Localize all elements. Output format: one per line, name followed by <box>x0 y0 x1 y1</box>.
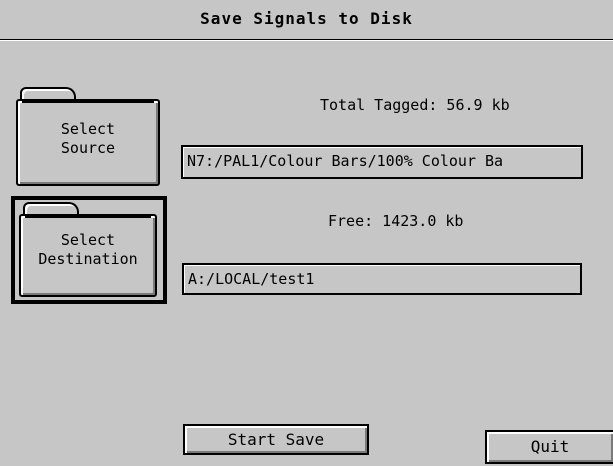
free-space-text: Free: 1423.0 kb <box>328 212 464 230</box>
select-destination-label: Select Destination <box>19 231 157 269</box>
quit-button[interactable]: Quit <box>485 430 613 464</box>
select-destination-button[interactable]: Select Destination <box>19 202 157 297</box>
title-divider <box>0 40 613 41</box>
destination-path-field[interactable]: A:/LOCAL/test1 <box>182 263 582 295</box>
total-tagged-text: Total Tagged: 56.9 kb <box>320 96 510 114</box>
source-path-field[interactable]: N7:/PAL1/Colour Bars/100% Colour Ba <box>181 145 583 179</box>
select-destination-label-line1: Select <box>60 231 116 249</box>
select-source-label-line2: Source <box>60 139 116 157</box>
folder-tab-line <box>22 101 154 103</box>
select-source-button[interactable]: Select Source <box>16 87 160 186</box>
title-bar: Save Signals to Disk <box>0 0 613 41</box>
folder-tab-line <box>25 216 151 218</box>
select-source-label: Select Source <box>16 120 160 158</box>
start-save-button[interactable]: Start Save <box>183 424 369 455</box>
select-source-label-line1: Select <box>60 120 116 138</box>
select-destination-label-line2: Destination <box>38 250 138 268</box>
window-title: Save Signals to Disk <box>200 9 413 28</box>
